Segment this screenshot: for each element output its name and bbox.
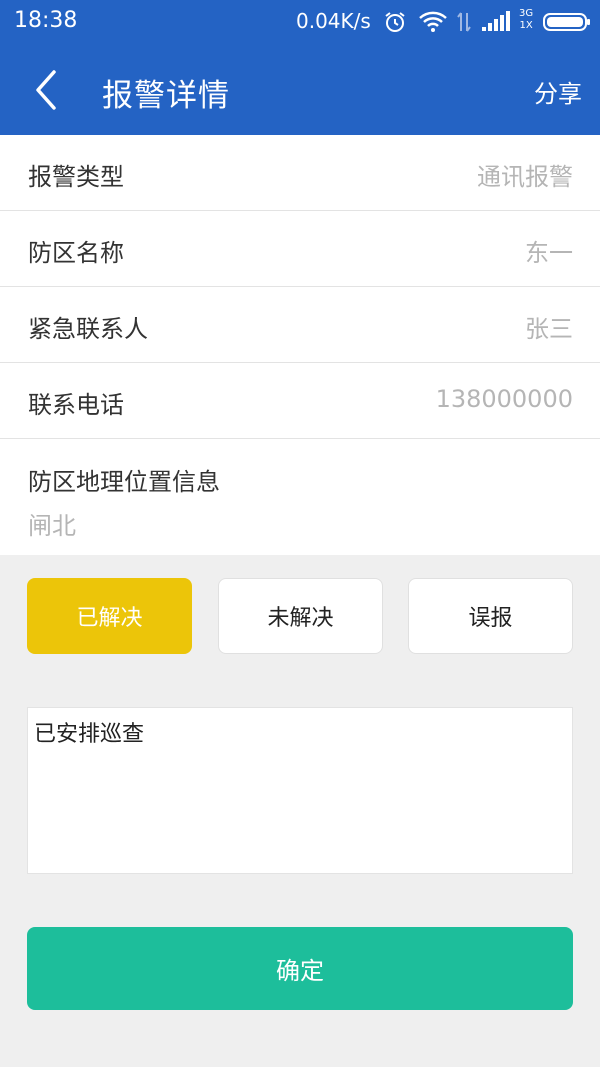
- share-button[interactable]: 分享: [534, 74, 582, 109]
- alarm-type-value: 通讯报警: [477, 163, 573, 191]
- zone-location-value: 闸北: [28, 512, 76, 540]
- phone-row: 联系电话 138000000: [0, 363, 600, 439]
- emergency-contact-row: 紧急联系人 张三: [0, 287, 600, 363]
- zone-location-label: 防区地理位置信息: [28, 468, 220, 496]
- status-time: 18:38: [14, 8, 78, 33]
- wifi-icon: [418, 8, 448, 36]
- alarm-type-row: 报警类型 通讯报警: [0, 135, 600, 211]
- app-bar: 报警详情 分享: [0, 44, 600, 135]
- signal-icon: [482, 8, 516, 36]
- phone-value: 138000000: [435, 385, 573, 413]
- zone-name-value: 东一: [525, 239, 573, 267]
- status-bar: 18:38 0.04K/s 3G 1X: [0, 0, 600, 44]
- chevron-left-icon: [36, 70, 56, 110]
- network-speed: 0.04K/s: [296, 9, 371, 33]
- remark-input[interactable]: 已安排巡查: [27, 707, 573, 874]
- zone-name-label: 防区名称: [28, 239, 124, 267]
- alarm-type-label: 报警类型: [28, 163, 124, 191]
- resolved-button[interactable]: 已解决: [27, 578, 192, 654]
- network-type: 3G 1X: [519, 8, 533, 32]
- phone-label: 联系电话: [28, 391, 124, 419]
- network-type-bottom: 1X: [519, 20, 533, 31]
- zone-location-row: 防区地理位置信息 闸北: [0, 439, 600, 555]
- unresolved-button[interactable]: 未解决: [218, 578, 383, 654]
- network-type-top: 3G: [519, 8, 534, 19]
- data-transfer-icon: [456, 8, 472, 36]
- false-alarm-button[interactable]: 误报: [408, 578, 573, 654]
- page-title: 报警详情: [102, 78, 230, 114]
- emergency-contact-value: 张三: [525, 315, 573, 343]
- zone-name-row: 防区名称 东一: [0, 211, 600, 287]
- confirm-button[interactable]: 确定: [27, 927, 573, 1010]
- alarm-info-list: 报警类型 通讯报警 防区名称 东一 紧急联系人 张三 联系电话 13800000…: [0, 135, 600, 555]
- emergency-contact-label: 紧急联系人: [28, 315, 148, 343]
- alarm-clock-icon: [383, 8, 407, 36]
- back-button[interactable]: [22, 66, 70, 114]
- battery-icon: [543, 8, 591, 36]
